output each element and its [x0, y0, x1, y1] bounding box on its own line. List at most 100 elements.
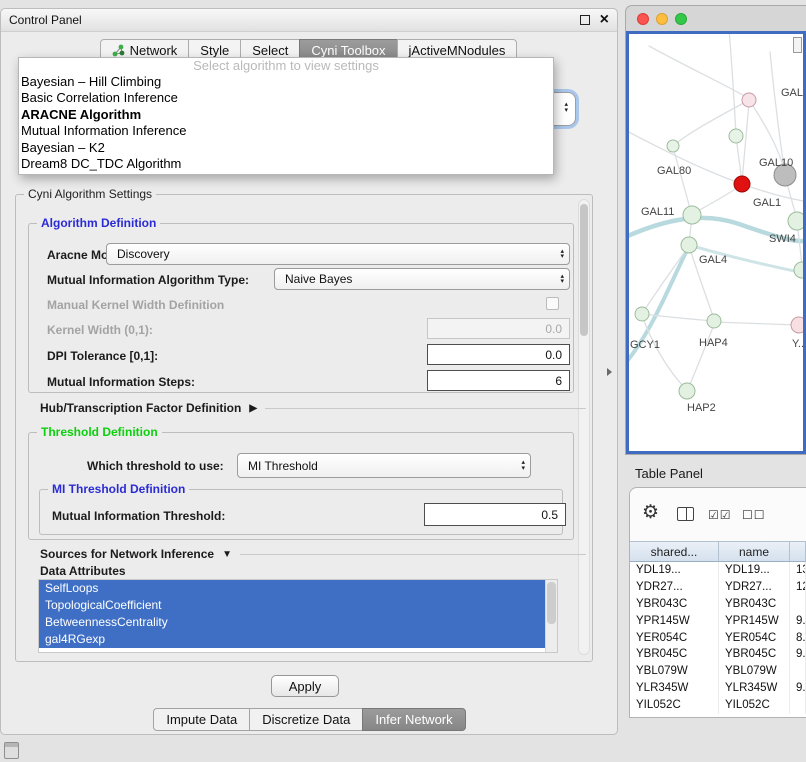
scrollbar-thumb[interactable]	[580, 204, 588, 336]
network-edge[interactable]	[736, 137, 742, 182]
algorithm-option-aracne-algorithm[interactable]: ARACNE Algorithm	[19, 107, 553, 123]
attribute-item-gal4rgexp[interactable]: gal4RGexp	[39, 631, 545, 648]
data-attributes-list[interactable]: SelfLoopsTopologicalCoefficientBetweenne…	[38, 579, 558, 653]
network-node-label: HAP2	[687, 402, 716, 414]
close-window-icon[interactable]	[637, 13, 649, 25]
kernel-width-input[interactable]: 0.0	[427, 318, 570, 339]
window-buttons: ×	[580, 14, 609, 26]
network-edge[interactable]	[729, 34, 736, 134]
table-body: YDL19...YDL19...13YDR27...YDR27...12YBR0…	[630, 562, 806, 714]
which-threshold-select[interactable]: MI Threshold ▴▾	[237, 453, 531, 478]
bottom-tab-discretize-data[interactable]: Discretize Data	[249, 708, 363, 731]
panel-resize-grip[interactable]	[607, 368, 612, 376]
table-row[interactable]: YIL052CYIL052C	[630, 697, 806, 714]
network-node[interactable]	[667, 140, 679, 152]
table-row[interactable]: YDR27...YDR27...12	[630, 579, 806, 596]
sources-section-label: Sources for Network Inference	[40, 547, 214, 561]
manual-kernel-label: Manual Kernel Width Definition	[47, 298, 224, 312]
network-node[interactable]	[681, 237, 697, 253]
network-node[interactable]	[788, 212, 804, 230]
algorithm-option-bayesian-k2[interactable]: Bayesian – K2	[19, 140, 553, 156]
hub-section-toggle[interactable]: Hub/Transcription Factor Definition ▶	[40, 401, 586, 415]
table-row[interactable]: YBL079WYBL079W	[630, 663, 806, 680]
network-edge[interactable]	[643, 246, 689, 312]
column-chooser-icon[interactable]	[677, 507, 694, 521]
gear-icon[interactable]: ⚙	[642, 501, 659, 524]
apply-button[interactable]: Apply	[271, 675, 339, 697]
network-graph[interactable]: GALGAL80GAL10GAL11GAL1SWI4GAL4GCY1HAP4Y.…	[629, 34, 804, 453]
algorithm-option-bayesian-hill-climbing[interactable]: Bayesian – Hill Climbing	[19, 74, 553, 90]
table-row[interactable]: YBR043CYBR043C	[630, 596, 806, 613]
table-row[interactable]: YLR345WYLR345W9.	[630, 680, 806, 697]
settings-scrollbar[interactable]	[578, 199, 590, 655]
clear-selection-checkbox-icon[interactable]: ☐☐	[742, 508, 766, 522]
network-node-label: Y...	[792, 338, 804, 350]
algorithm-option-mutual-information-inference[interactable]: Mutual Information Inference	[19, 123, 553, 139]
threshold-definition-group: Threshold Definition Which threshold to …	[28, 432, 574, 540]
canvas-scroll-button[interactable]	[793, 37, 802, 53]
sources-section-toggle[interactable]: Sources for Network Inference ▼	[40, 547, 586, 561]
chevron-right-icon: ▶	[249, 403, 257, 414]
table-cell: YIL052C	[630, 697, 719, 714]
kernel-width-label: Kernel Width (0,1):	[47, 323, 153, 337]
algorithm-option-dream8-dc-tdc-algorithm[interactable]: Dream8 DC_TDC Algorithm	[19, 156, 553, 172]
column-header-cut[interactable]	[790, 541, 806, 562]
network-node-label: GCY1	[630, 339, 660, 351]
mi-threshold-input[interactable]: 0.5	[424, 503, 566, 526]
combo-arrows-icon: ▴▾	[564, 102, 568, 113]
dpi-tolerance-input[interactable]: 0.0	[427, 344, 570, 365]
minimize-window-icon[interactable]	[656, 13, 668, 25]
aracne-mode-value: Discovery	[117, 247, 170, 261]
network-node[interactable]	[734, 176, 750, 192]
table-cell: 12	[790, 579, 806, 596]
zoom-window-icon[interactable]	[675, 13, 687, 25]
table-row[interactable]: YDL19...YDL19...13	[630, 562, 806, 579]
network-edge[interactable]	[673, 147, 691, 213]
column-header-shared-[interactable]: shared...	[630, 541, 719, 562]
network-edge[interactable]	[688, 322, 715, 389]
combo-arrows-icon: ▴▾	[560, 274, 564, 285]
manual-kernel-checkbox[interactable]	[546, 297, 559, 310]
data-attributes-items: SelfLoopsTopologicalCoefficientBetweenne…	[39, 580, 557, 648]
network-node[interactable]	[729, 129, 743, 143]
network-canvas[interactable]: GALGAL80GAL10GAL11GAL1SWI4GAL4GCY1HAP4Y.…	[626, 31, 806, 454]
network-node[interactable]	[707, 314, 721, 328]
select-all-checkbox-icon[interactable]: ☑☑	[708, 508, 732, 522]
mi-steps-input[interactable]: 6	[427, 370, 570, 391]
bottom-tab-infer-network[interactable]: Infer Network	[362, 708, 465, 731]
table-row[interactable]: YBR045CYBR045C9.	[630, 646, 806, 663]
network-edge[interactable]	[770, 52, 785, 174]
table-cell: YER054C	[719, 630, 790, 647]
network-node[interactable]	[635, 307, 649, 321]
table-row[interactable]: YER054CYER054C8.	[630, 630, 806, 647]
network-node[interactable]	[791, 317, 804, 333]
tab-label: Network	[130, 43, 178, 58]
table-cell: YLR345W	[719, 680, 790, 697]
network-node[interactable]	[679, 383, 695, 399]
network-edge[interactable]	[694, 185, 742, 213]
attribute-item-betweennesscentrality[interactable]: BetweennessCentrality	[39, 614, 545, 631]
attribute-item-selfloops[interactable]: SelfLoops	[39, 580, 545, 597]
network-node[interactable]	[683, 206, 701, 224]
algorithm-dropdown-popup: Select algorithm to view settings Bayesi…	[18, 57, 554, 175]
network-edge[interactable]	[649, 46, 748, 98]
aracne-mode-select[interactable]: Discovery ▴▾	[106, 243, 570, 265]
network-edge[interactable]	[742, 101, 749, 183]
bottom-tab-impute-data[interactable]: Impute Data	[153, 708, 250, 731]
algorithm-option-basic-correlation-inference[interactable]: Basic Correlation Inference	[19, 90, 553, 106]
attribute-item-topologicalcoefficient[interactable]: TopologicalCoefficient	[39, 597, 545, 614]
attributes-scrollbar[interactable]	[545, 580, 557, 652]
float-window-icon[interactable]	[580, 15, 590, 25]
network-node[interactable]	[794, 262, 804, 278]
network-node-label: GAL80	[657, 165, 691, 177]
threshold-definition-title: Threshold Definition	[37, 425, 162, 439]
table-cell: 9.	[790, 646, 806, 663]
minimized-panel-icon[interactable]	[4, 742, 19, 759]
scrollbar-thumb[interactable]	[547, 582, 556, 624]
close-window-icon[interactable]: ×	[600, 14, 609, 26]
column-header-name[interactable]: name	[719, 541, 790, 562]
network-edge[interactable]	[714, 322, 798, 325]
mi-type-select[interactable]: Naive Bayes ▴▾	[274, 268, 570, 290]
network-node[interactable]	[742, 93, 756, 107]
table-row[interactable]: YPR145WYPR145W9.	[630, 613, 806, 630]
